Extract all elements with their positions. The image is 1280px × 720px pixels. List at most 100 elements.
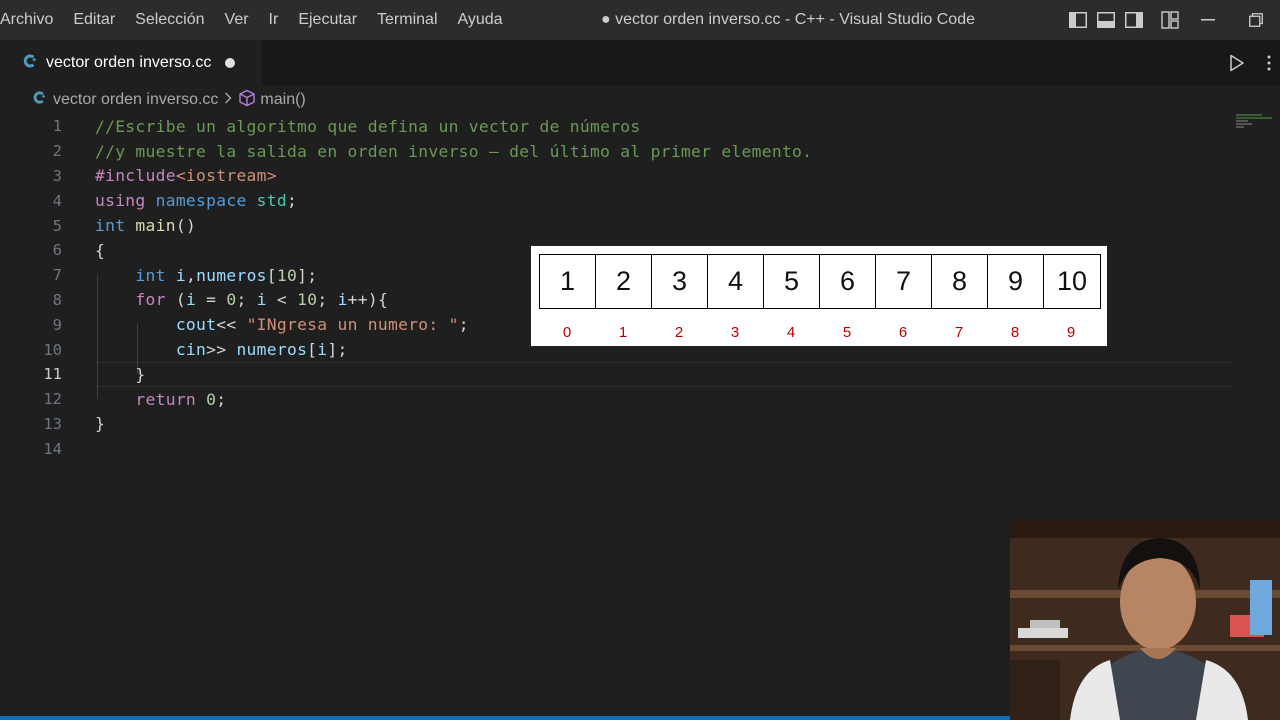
line-number: 12 (43, 390, 62, 409)
code-text[interactable]: int i,numeros[10]; (95, 266, 317, 285)
code-token: cin (175, 340, 207, 360)
play-icon[interactable] (1226, 52, 1248, 74)
line-number: 9 (52, 315, 62, 334)
code-text[interactable]: } (95, 414, 105, 433)
code-token: < (266, 290, 298, 310)
code-token: ; (458, 315, 469, 335)
editor-tab[interactable]: vector orden inverso.cc (0, 40, 262, 85)
code-token: 10 (297, 290, 318, 310)
code-text[interactable]: //y muestre la salida en orden inverso —… (95, 142, 812, 161)
code-token: i (337, 290, 348, 310)
breadcrumb-file-label: vector orden inverso.cc (53, 91, 219, 108)
code-line[interactable]: 13} (0, 412, 1232, 437)
code-token: , (185, 265, 197, 285)
line-number: 2 (52, 142, 62, 161)
code-text[interactable]: int main() (95, 216, 196, 235)
code-token: ; (216, 389, 227, 409)
menu-terminal[interactable]: Terminal (367, 0, 447, 40)
code-token: } (95, 414, 106, 434)
code-token: [ (307, 340, 318, 360)
menu-editar[interactable]: Editar (63, 0, 125, 40)
code-token: } (135, 364, 146, 384)
line-number: 7 (52, 266, 62, 285)
array-index-label: 3 (730, 324, 740, 341)
breadcrumb-symbol[interactable]: main() (238, 89, 306, 112)
code-token: return (135, 389, 197, 409)
menu-ir[interactable]: Ir (259, 0, 289, 40)
toggle-panel-icon[interactable] (1092, 0, 1120, 40)
array-cell: 4 (708, 255, 764, 308)
code-token: <iostream> (175, 166, 277, 186)
code-text[interactable]: using namespace std; (95, 191, 297, 210)
array-cell: 8 (932, 255, 988, 308)
array-cell: 10 (1056, 266, 1088, 296)
code-text[interactable]: cout<< "INgresa un numero: "; (95, 315, 469, 334)
code-token: main (135, 216, 176, 236)
array-cell: 6 (820, 255, 876, 308)
cube-method-icon (238, 89, 256, 112)
toggle-secondary-sidebar-icon[interactable] (1120, 0, 1148, 40)
minimize-icon[interactable] (1184, 0, 1232, 40)
line-number: 13 (43, 414, 62, 433)
line-number: 4 (52, 191, 62, 210)
unsaved-indicator-icon[interactable] (225, 58, 236, 68)
code-line[interactable]: 5 int main() (0, 213, 1232, 238)
code-line[interactable]: 14 (0, 436, 1232, 461)
breadcrumb-symbol-label: main() (260, 91, 306, 108)
cpp-file-icon (22, 53, 38, 74)
array-diagram: 1 2 3 4 5 6 7 8 9 10 0123456789 (531, 246, 1107, 346)
chevron-right-icon (224, 91, 232, 109)
code-token: () (175, 216, 197, 236)
toggle-primary-sidebar-icon[interactable] (1064, 0, 1092, 40)
code-token: ; (317, 290, 338, 310)
array-index-label: 4 (786, 324, 796, 341)
code-token: ; (236, 290, 257, 310)
code-token: for (135, 290, 166, 310)
line-number: 10 (43, 340, 62, 359)
code-text[interactable]: cin>> numeros[i]; (95, 340, 348, 359)
line-number: 1 (52, 117, 62, 136)
array-indices: 0 1 2 3 4 5 6 7 8 9 (539, 324, 1099, 341)
menu-archivo[interactable]: Archivo (0, 0, 63, 40)
code-token: ( (165, 290, 186, 310)
breadcrumb-file[interactable]: vector orden inverso.cc (32, 90, 218, 110)
line-number: 3 (52, 166, 62, 185)
code-token: i (317, 340, 328, 360)
array-index-label: 0 (562, 324, 572, 341)
window-title: ● vector orden inverso.cc - C++ - Visual… (601, 11, 975, 28)
code-text[interactable]: { (95, 241, 105, 260)
menu-ayuda[interactable]: Ayuda (448, 0, 513, 40)
code-text[interactable]: return 0; (95, 390, 226, 409)
array-cell: 9 (988, 255, 1044, 308)
menu-seleccion[interactable]: Selección (125, 0, 214, 40)
customize-layout-icon[interactable] (1156, 0, 1184, 40)
line-number: 6 (52, 241, 62, 260)
code-text[interactable]: } (95, 365, 146, 384)
code-token: namespace (155, 191, 247, 211)
minimap[interactable] (1236, 114, 1280, 134)
menu-ejecutar[interactable]: Ejecutar (288, 0, 367, 40)
code-line[interactable]: 12 return 0; (0, 387, 1232, 412)
code-text[interactable]: #include<iostream> (95, 166, 277, 185)
code-line[interactable]: 1 //Escribe un algoritmo que defina un ve… (0, 114, 1232, 139)
code-line[interactable]: 11 } (0, 362, 1232, 387)
code-token: ++){ (347, 290, 389, 310)
menu-ver[interactable]: Ver (215, 0, 259, 40)
array-cell: 5 (764, 255, 820, 308)
line-number: 11 (43, 365, 62, 384)
code-text[interactable]: for (i = 0; i < 10; i++){ (95, 290, 388, 309)
code-token: 10 (276, 265, 298, 285)
code-text[interactable]: //Escribe un algoritmo que defina un vec… (95, 117, 641, 136)
code-line[interactable]: 3 #include<iostream> (0, 164, 1232, 189)
array-index-label: 6 (898, 324, 908, 341)
code-token: //Escribe un algoritmo que defina un vec… (95, 116, 641, 136)
restore-icon[interactable] (1232, 0, 1280, 40)
code-token: 0 (226, 290, 237, 310)
ellipsis-icon[interactable] (1262, 52, 1276, 74)
code-line[interactable]: 4 using namespace std; (0, 188, 1232, 213)
code-token: ; (286, 191, 298, 211)
presenter-video-image (1010, 520, 1280, 720)
code-line[interactable]: 2 //y muestre la salida en orden inverso … (0, 139, 1232, 164)
